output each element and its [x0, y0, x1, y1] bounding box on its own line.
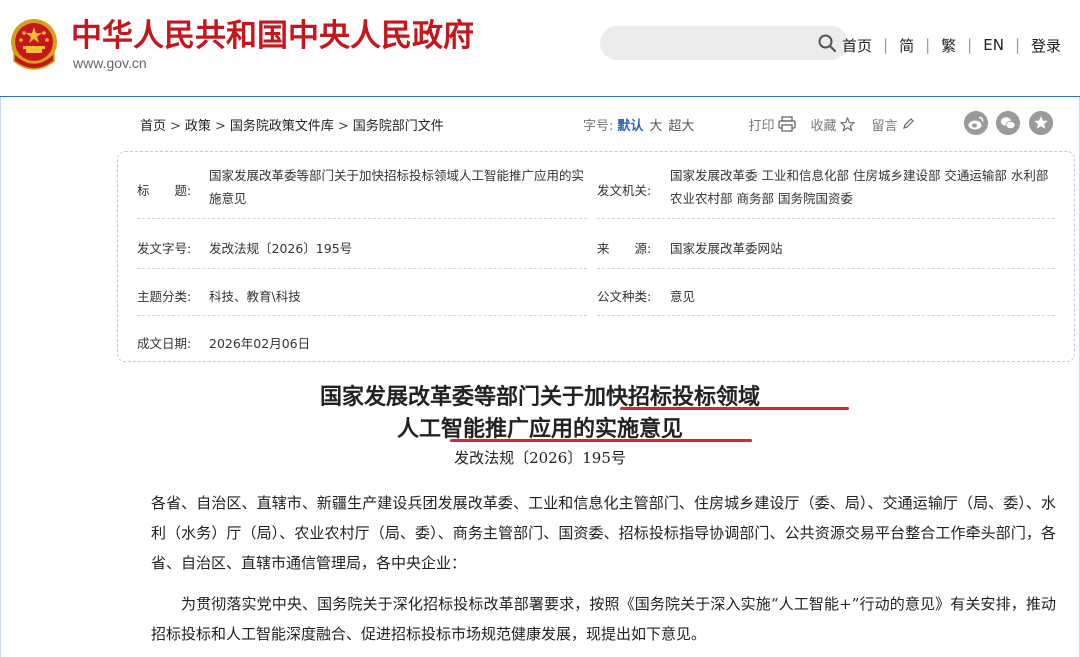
body-paragraph: 为贯彻落实党中央、国务院关于深化招标投标改革部署要求，按照《国务院关于深入实施“…: [151, 595, 1056, 643]
document-number: 发改法规〔2026〕195号: [454, 449, 626, 467]
title-highlight-underline: [450, 439, 752, 442]
row-divider: [597, 268, 1055, 269]
document-info-box: 标 题: 国家发展改革委等部门关于加快招标投标领域人工智能推广应用的实施意见 发…: [117, 151, 1075, 362]
doc-number-value: 发改法规〔2026〕195号: [209, 241, 353, 256]
search-input[interactable]: [600, 26, 848, 60]
row-divider: [137, 315, 587, 316]
row-divider: [137, 218, 587, 219]
breadcrumb-separator: >: [170, 119, 181, 134]
font-size-xlarge[interactable]: 超大: [668, 115, 694, 134]
nav-home[interactable]: 首页: [842, 35, 872, 56]
document-title-line1: 国家发展改革委等部门关于加快招标投标领域: [319, 384, 760, 410]
print-button[interactable]: 打印: [748, 115, 797, 134]
breadcrumb-separator: >: [337, 119, 349, 134]
row-divider: [597, 315, 1055, 316]
comment-label: 留言: [871, 118, 898, 134]
topic-value: 科技、教育\科技: [209, 289, 301, 304]
pencil-icon: [903, 118, 915, 129]
comment-button[interactable]: 留言: [871, 115, 915, 134]
font-size-large[interactable]: 大: [649, 115, 662, 134]
search-icon[interactable]: [817, 33, 837, 53]
breadcrumb-home[interactable]: 首页: [140, 119, 166, 134]
breadcrumb: 首页 > 政策 > 国务院政策文件库 > 国务院部门文件: [140, 115, 444, 134]
print-label: 打印: [748, 118, 775, 134]
title-label: 标 题:: [137, 183, 192, 198]
breadcrumb-department-docs[interactable]: 国务院部门文件: [353, 119, 444, 134]
row-divider: [597, 218, 1055, 219]
site-title[interactable]: 中华人民共和国中央人民政府: [71, 17, 474, 55]
top-nav: 首页 | 简 | 繁 | EN | 登录: [842, 34, 1061, 56]
star-icon: [840, 116, 856, 132]
doc-number-label: 发文字号:: [137, 241, 192, 256]
source-value: 国家发展改革委网站: [670, 241, 783, 256]
topic-label: 主题分类:: [137, 289, 192, 304]
nav-login[interactable]: 登录: [1031, 35, 1061, 56]
article-toolbar: 字号: 默认 大 超大 打印 收藏 留言: [583, 114, 915, 134]
date-label: 成文日期:: [137, 336, 192, 351]
doc-type-label: 公文种类:: [597, 289, 652, 304]
printer-icon: [778, 116, 797, 132]
title-highlight-underline: [620, 407, 849, 410]
document-info-table: 标 题: 国家发展改革委等部门关于加快招标投标领域人工智能推广应用的实施意见 发…: [118, 152, 1074, 361]
nav-separator: |: [967, 36, 973, 54]
nav-traditional[interactable]: 繁: [941, 35, 956, 56]
site-url[interactable]: www.gov.cn: [73, 55, 147, 71]
nav-english[interactable]: EN: [983, 36, 1004, 54]
breadcrumb-separator: >: [214, 119, 226, 134]
national-emblem-logo[interactable]: [8, 17, 60, 75]
favorite-label: 收藏: [810, 118, 837, 134]
issuer-label: 发文机关:: [597, 183, 652, 198]
font-size-default[interactable]: 默认: [617, 115, 643, 134]
nav-separator: |: [883, 36, 889, 54]
issuer-value: 国家发展改革委 工业和信息化部 住房城乡建设部 交通运输部 水利部 农业农村部 …: [670, 168, 1049, 206]
font-size-label: 字号:: [583, 118, 614, 134]
favorite-button[interactable]: 收藏: [810, 115, 856, 134]
site-header: 中华人民共和国中央人民政府 www.gov.cn 首页 | 简 | 繁 | EN…: [0, 0, 1080, 97]
favorite-star-icon[interactable]: [1029, 111, 1053, 135]
wechat-icon[interactable]: [996, 111, 1020, 135]
source-label: 来 源:: [597, 241, 652, 256]
nav-separator: |: [925, 36, 931, 54]
page-frame-left: [0, 0, 1, 657]
nav-separator: |: [1014, 36, 1020, 54]
date-value: 2026年02月06日: [209, 336, 311, 351]
weibo-icon[interactable]: [964, 111, 988, 135]
breadcrumb-policy[interactable]: 政策: [185, 119, 211, 134]
doc-type-value: 意见: [670, 289, 696, 304]
breadcrumb-policy-library[interactable]: 国务院政策文件库: [230, 119, 334, 134]
row-divider: [137, 268, 587, 269]
nav-simplified[interactable]: 简: [899, 35, 914, 56]
addressee-paragraph: 各省、自治区、直辖市、新疆生产建设兵团发展改革委、工业和信息化主管部门、住房城乡…: [151, 494, 1056, 572]
title-value: 国家发展改革委等部门关于加快招标投标领域人工智能推广应用的实施意见: [209, 168, 585, 206]
